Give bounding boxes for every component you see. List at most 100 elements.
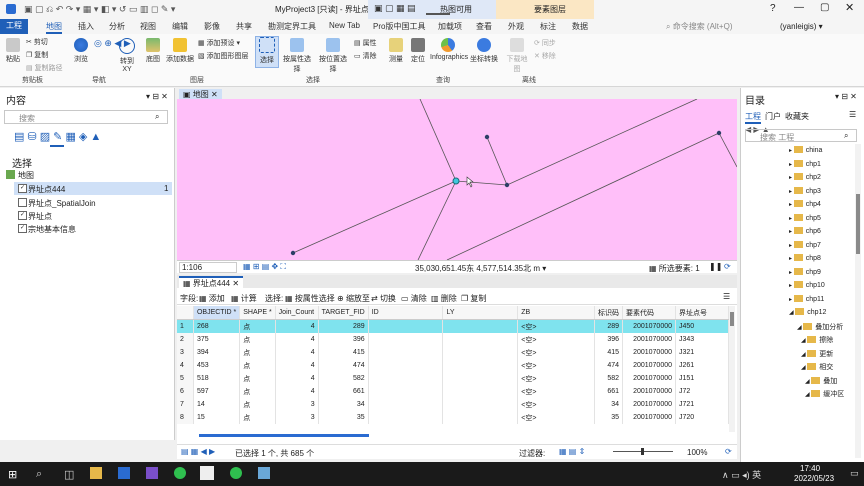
tab-survey-tools[interactable]: 勘测定界工具	[268, 21, 316, 32]
catalog-folder-item[interactable]: ◢ 叠加分析	[797, 322, 843, 335]
add-preset-button[interactable]: ▦ 添加预设 ▾	[198, 38, 240, 48]
table-cell[interactable]	[368, 333, 444, 346]
tab-imagery[interactable]: 影像	[204, 21, 220, 32]
table-cell[interactable]: 点	[239, 319, 276, 333]
catalog-folder-item[interactable]: ▸ chp6	[789, 227, 821, 240]
table-cell[interactable]: 15	[193, 411, 241, 424]
table-cell[interactable]	[368, 346, 444, 359]
catalog-folder-item[interactable]: ▸ chp11	[789, 294, 824, 308]
table-cell[interactable]: J261	[675, 359, 729, 372]
tray-icons[interactable]: ∧ ▭ ◂) 英	[722, 468, 761, 481]
table-cell[interactable]: <空>	[517, 398, 596, 411]
catalog-folder-item[interactable]: ▸ chp10	[789, 281, 825, 294]
table-cell[interactable]	[368, 411, 444, 424]
row-number[interactable]: 8	[177, 411, 194, 424]
table-cell[interactable]: 2001070000	[622, 319, 677, 333]
table-cell[interactable]: J450	[675, 319, 729, 333]
layer-checkbox[interactable]: ✓	[18, 184, 27, 193]
table-cell[interactable]	[442, 385, 519, 398]
table-cell[interactable]	[442, 319, 519, 333]
zoom-slider[interactable]	[613, 448, 673, 455]
add-data-button[interactable]: 添加数据	[166, 38, 194, 64]
table-cell[interactable]: J321	[675, 346, 729, 359]
pane-options-icon[interactable]: ▾ ⊟ ✕	[835, 92, 857, 101]
column-header[interactable]: TARGET_FID	[318, 306, 369, 320]
table-cell[interactable]: 2001070000	[622, 398, 677, 411]
table-cell[interactable]: 453	[193, 359, 241, 372]
select-button[interactable]: 选择	[255, 36, 279, 68]
select-by-location-button[interactable]: 按位置选择	[317, 38, 349, 74]
table-row[interactable]: 7 14 点 3 34 <空> 34 2001070000 J721	[177, 398, 729, 411]
table-horizontal-scrollbar[interactable]	[199, 434, 369, 437]
table-cell[interactable]: 点	[239, 372, 276, 385]
locate-button[interactable]: 定位	[408, 38, 428, 64]
table-cell[interactable]: 2001070000	[622, 333, 677, 346]
clock-date[interactable]: 2022/05/23	[794, 474, 834, 483]
row-number[interactable]: 4	[177, 359, 194, 372]
green-app-icon[interactable]	[230, 467, 242, 479]
close-button[interactable]: ✕	[845, 1, 854, 14]
vertex-point[interactable]	[484, 134, 490, 140]
table-cell[interactable]: 268	[193, 319, 241, 333]
layer-row-3[interactable]: ✓ 宗地基本信息	[14, 222, 172, 235]
layer-row-0[interactable]: ✓ 界址点444 1	[14, 182, 172, 195]
table-cell[interactable]: J720	[675, 411, 729, 424]
table-cell[interactable]: 661	[594, 385, 624, 398]
table-cell[interactable]: 518	[193, 372, 241, 385]
tab-map[interactable]: 地图	[46, 21, 62, 34]
map-tab[interactable]: ▣ 地图 ✕	[179, 89, 222, 99]
wechat-icon[interactable]	[174, 467, 186, 479]
vertex-point[interactable]	[290, 250, 296, 256]
catalog-tab-portal[interactable]: 门户	[765, 111, 781, 122]
table-cell[interactable]: 289	[594, 319, 624, 333]
maximize-button[interactable]: ▢	[820, 2, 829, 13]
table-cell[interactable]: 34	[318, 398, 369, 411]
vertex-point[interactable]	[716, 130, 722, 136]
add-field-button[interactable]: ▦ 添加	[199, 293, 225, 304]
command-search[interactable]: ⌕ 命令搜索 (Alt+Q)	[666, 21, 756, 32]
table-cell[interactable]: 4	[275, 372, 319, 385]
measure-button[interactable]: 测量	[386, 38, 406, 64]
row-number[interactable]: 2	[177, 333, 194, 346]
row-number[interactable]: 5	[177, 372, 194, 385]
pause-icon[interactable]: ❚❚	[709, 262, 722, 271]
catalog-folder-item[interactable]: ▸ chp5	[789, 213, 821, 227]
table-cell[interactable]: 14	[193, 398, 241, 411]
attributes-button[interactable]: ▤ 属性	[354, 38, 377, 48]
app-icon[interactable]	[118, 467, 130, 479]
row-number[interactable]: 3	[177, 346, 194, 359]
table-cell[interactable]	[368, 319, 444, 333]
layer-checkbox[interactable]	[18, 198, 27, 207]
remove-button[interactable]: ✕ 移除	[534, 51, 556, 61]
table-cell[interactable]: 4	[275, 385, 319, 398]
tab-labeling[interactable]: 标注	[540, 21, 556, 32]
filter-icons[interactable]: ▦ ▤ ⇕	[559, 447, 585, 456]
catalog-search-input[interactable]: 搜索 工程 ⌕	[745, 129, 857, 142]
catalog-folder-item[interactable]: ◢ 叠加	[805, 376, 837, 389]
catalog-scrollbar[interactable]	[855, 144, 861, 458]
layer-row-1[interactable]: 界址点_SpatialJoin	[14, 196, 172, 209]
delete-button[interactable]: ▥ 删除	[431, 293, 457, 304]
help-icon[interactable]: ?	[770, 3, 776, 14]
tab-analysis[interactable]: 分析	[109, 21, 125, 32]
tab-insert[interactable]: 插入	[78, 21, 94, 32]
table-row[interactable]: 1 268 点 4 289 <空> 289 2001070000 J450	[177, 319, 729, 333]
table-cell[interactable]: 396	[594, 333, 624, 346]
tab-appearance[interactable]: 外观	[508, 21, 524, 32]
map-svg[interactable]	[177, 99, 737, 260]
table-cell[interactable]: 点	[239, 385, 276, 398]
table-menu-icon[interactable]: ☰	[723, 292, 730, 301]
zoom-to-button[interactable]: ⊕ 缩放至	[337, 293, 370, 304]
table-cell[interactable]: 4	[275, 333, 319, 346]
column-header[interactable]: Join_Count	[275, 306, 319, 320]
table-cell[interactable]: <空>	[517, 385, 596, 398]
column-header[interactable]: LY	[442, 306, 519, 320]
table-cell[interactable]: 35	[594, 411, 624, 424]
zoom-slider-thumb[interactable]	[641, 448, 644, 455]
table-select-by-attr-button[interactable]: ▦ 按属性选择	[285, 293, 335, 304]
catalog-folder-item[interactable]: ◢ 缓冲区	[805, 389, 844, 402]
table-cell[interactable]: 2001070000	[622, 346, 677, 359]
table-cell[interactable]: 3	[275, 398, 319, 411]
tab-addins[interactable]: 加载项	[438, 21, 462, 32]
table-cell[interactable]: 661	[318, 385, 369, 398]
